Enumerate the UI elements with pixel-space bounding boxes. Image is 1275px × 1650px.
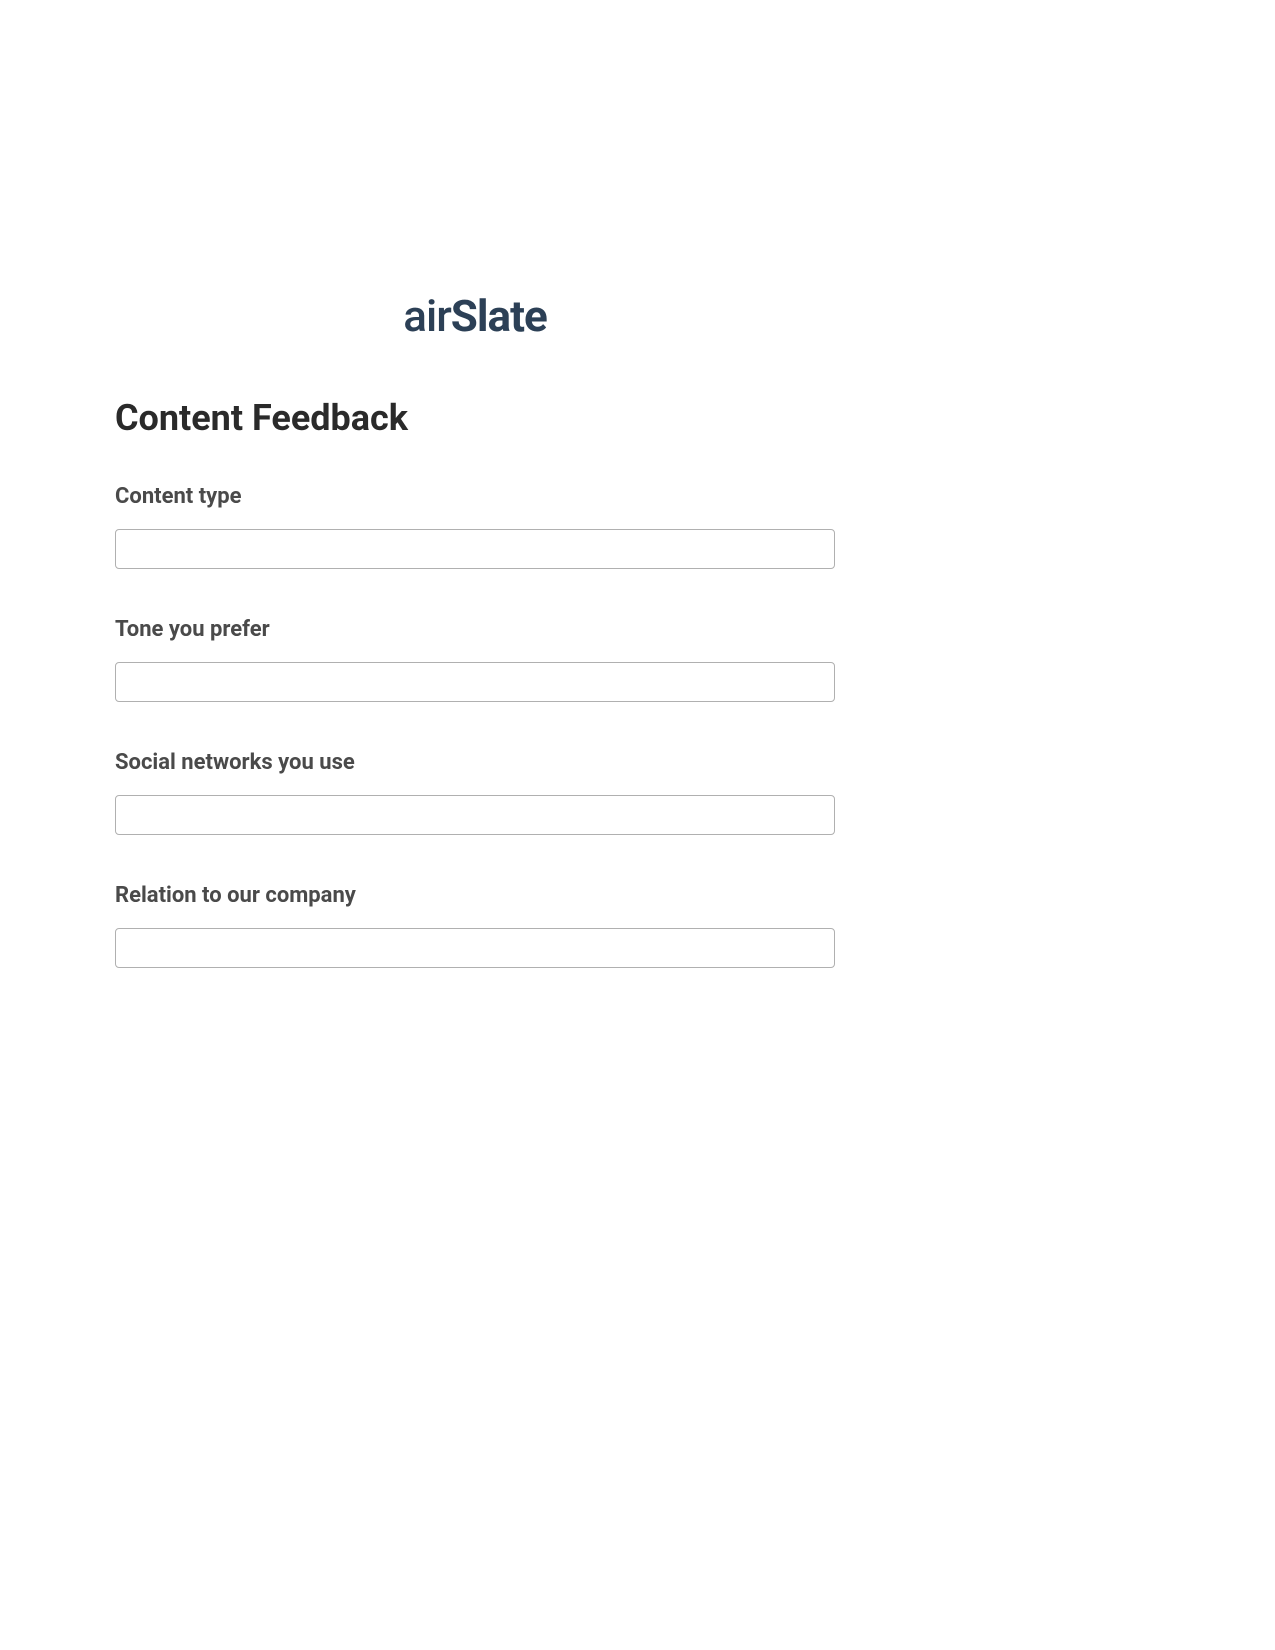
logo-text: airSlate (403, 290, 546, 342)
input-tone[interactable] (115, 662, 835, 702)
form-group-relation: Relation to our company (115, 883, 835, 968)
label-tone: Tone you prefer (115, 617, 835, 642)
form-container: airSlate Content Feedback Content type T… (115, 290, 835, 1016)
input-content-type[interactable] (115, 529, 835, 569)
form-group-content-type: Content type (115, 484, 835, 569)
label-relation: Relation to our company (115, 883, 835, 908)
form-group-tone: Tone you prefer (115, 617, 835, 702)
logo-part-air: air (403, 290, 451, 342)
logo-part-slate: Slate (451, 290, 547, 342)
form-title: Content Feedback (115, 397, 835, 439)
input-social[interactable] (115, 795, 835, 835)
logo: airSlate (115, 290, 835, 342)
input-relation[interactable] (115, 928, 835, 968)
form-group-social: Social networks you use (115, 750, 835, 835)
label-social: Social networks you use (115, 750, 835, 775)
label-content-type: Content type (115, 484, 835, 509)
